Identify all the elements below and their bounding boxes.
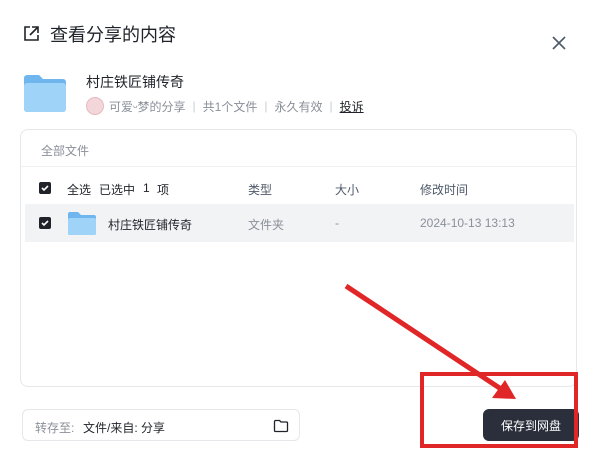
file-modified: 2024-10-13 13:13: [420, 216, 515, 230]
share-info: 村庄铁匠铺传奇 可爱ᵕ梦的分享 | 共1个文件 | 永久有效 | 投诉: [22, 70, 562, 118]
file-size: -: [335, 216, 339, 230]
column-modified: 修改时间: [420, 183, 469, 197]
folder-outline-icon[interactable]: [273, 418, 289, 434]
breadcrumb[interactable]: 全部文件: [41, 142, 89, 159]
row-checkbox[interactable]: [39, 217, 51, 229]
column-type: 类型: [248, 183, 273, 197]
selected-label: 已选中: [99, 183, 136, 197]
save-destination-label: 转存至:: [35, 421, 75, 435]
divider: [21, 166, 576, 167]
table-header: 全选 已选中 1 项 类型 大小 修改时间: [35, 178, 563, 198]
file-type: 文件夹: [248, 218, 285, 232]
selected-count: 1: [143, 181, 150, 195]
share-dialog: 查看分享的内容 村庄铁匠铺传奇 可爱ᵕ梦的分享 | 共1个文件 | 永久有效 |…: [0, 0, 600, 460]
report-link[interactable]: 投诉: [340, 98, 364, 115]
save-destination-value: 文件/来自: 分享: [83, 421, 166, 435]
file-name[interactable]: 村庄铁匠铺传奇: [108, 216, 192, 233]
save-to-cloud-button[interactable]: 保存到网盘: [483, 409, 579, 441]
dialog-title: 查看分享的内容: [50, 25, 176, 45]
close-icon[interactable]: [548, 32, 570, 54]
divider: |: [192, 99, 196, 113]
table-row[interactable]: 村庄铁匠铺传奇 文件夹 - 2024-10-13 13:13: [25, 204, 574, 242]
share-count: 共1个文件: [202, 99, 258, 114]
selected-unit: 项: [157, 183, 170, 197]
share-external-icon: [22, 25, 40, 43]
share-owner: 可爱ᵕ梦的分享: [109, 99, 186, 114]
select-all-checkbox[interactable]: [39, 182, 51, 194]
divider: |: [329, 99, 333, 113]
avatar: [86, 97, 104, 115]
dialog-header: 查看分享的内容: [22, 20, 176, 48]
select-all-label[interactable]: 全选: [67, 181, 91, 198]
save-destination[interactable]: 转存至: 文件/来自: 分享: [22, 409, 300, 441]
file-list-panel: 全部文件 全选 已选中 1 项 类型 大小 修改时间 村庄铁匠铺传奇 文件夹 -…: [20, 129, 577, 387]
share-name: 村庄铁匠铺传奇: [86, 74, 184, 90]
column-size: 大小: [335, 183, 360, 197]
folder-icon: [67, 210, 97, 236]
share-meta: 可爱ᵕ梦的分享 | 共1个文件 | 永久有效 | 投诉: [86, 97, 364, 115]
folder-icon: [22, 72, 68, 114]
divider: |: [264, 99, 268, 113]
share-validity: 永久有效: [274, 99, 323, 114]
